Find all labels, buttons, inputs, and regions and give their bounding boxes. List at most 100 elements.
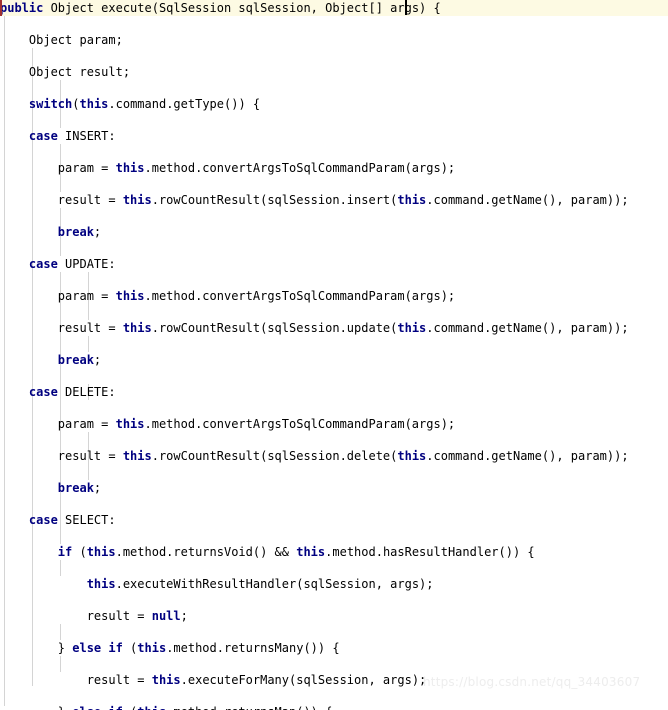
code-line: break; [0,352,668,368]
code-token-kw: case [28,129,58,143]
code-token-pln: result = [86,609,152,623]
code-token-pln: .rowCountResult(sqlSession.delete( [151,449,398,463]
code-line: this.executeWithResultHandler(sqlSession… [0,576,668,592]
code-line: Object result; [0,64,668,80]
code-token-pln: .command.getName(), param)); [426,193,629,207]
code-token-kw: this [86,545,116,559]
code-token-kw: this [115,417,145,431]
code-token-kw: this [115,161,145,175]
code-line: case INSERT: [0,128,668,144]
code-token-pln: .rowCountResult(sqlSession.update( [151,321,398,335]
code-token-pln: ( [122,641,138,655]
code-token-pln: .command.getName(), param)); [426,321,629,335]
code-token-pln: UPDATE: [57,257,116,271]
code-token-pln: ( [123,705,137,710]
code-token-pln: result = [57,321,123,335]
code-token-pln: param = [57,161,116,175]
code-token-pln: .method.convertArgsToSqlCommandParam(arg… [144,161,456,175]
code-line: if (this.method.returnsVoid() && this.me… [0,544,668,560]
code-token-kw: switch [28,97,73,111]
code-token-kw: null [151,609,181,623]
watermark-text: https://blog.csdn.net/qq_34403607 [423,675,641,689]
code-token-kw: break [57,481,94,495]
code-line: result = this.rowCountResult(sqlSession.… [0,320,668,336]
code-token-kw: break [57,353,94,367]
code-token-kw: if [57,545,73,559]
code-line: break; [0,480,668,496]
code-token-pln: result = [57,193,123,207]
code-token-kw: break [57,225,94,239]
code-token-pln: ; [93,353,102,367]
code-line: } else if (this.method.returnsMany()) { [0,640,668,656]
code-token-pln: .method.convertArgsToSqlCommandParam(arg… [144,417,456,431]
code-token-pln: SELECT: [57,513,116,527]
code-line: public Object execute(SqlSession sqlSess… [0,0,668,16]
code-line: result = null; [0,608,668,624]
change-bar-marker [0,0,2,16]
code-token-kw: case [28,257,58,271]
code-token-kw: this [122,449,152,463]
code-line: result = this.rowCountResult(sqlSession.… [0,192,668,208]
code-line: break; [0,224,668,240]
code-token-pln: Object result; [28,65,131,79]
code-token-pln: DELETE: [57,385,116,399]
code-token-kw: this [397,449,427,463]
code-token-pln: ( [72,545,87,559]
code-token-kw: this [296,545,326,559]
code-token-pln: result = [86,673,152,687]
code-token-pln: ( [72,97,80,111]
code-token-pln: param = [57,289,116,303]
code-token-pln: .command.getName(), param)); [426,449,629,463]
code-token-kw: public [0,1,44,15]
code-line: case DELETE: [0,384,668,400]
code-token-kw: this [122,193,152,207]
code-token-pln: .command.getType()) { [108,97,261,111]
code-token-pln: ; [93,481,102,495]
code-line: Object param; [0,32,668,48]
code-token-kw: this [86,577,116,591]
code-line: result = this.rowCountResult(sqlSession.… [0,448,668,464]
source-code-block[interactable]: public Object execute(SqlSession sqlSess… [0,0,668,710]
code-token-kw: this [137,705,166,710]
code-token-pln: } [58,705,72,710]
code-token-pln: ; [93,225,102,239]
code-token-kw: case [28,385,58,399]
code-token-kw: case [28,513,58,527]
code-line: case UPDATE: [0,256,668,272]
code-token-pln: .method.hasResultHandler()) { [325,545,535,559]
code-token-pln: result = [57,449,123,463]
code-token-pln: Object execute(SqlSession sqlSession, Ob… [43,1,441,15]
code-token-pln: Object param; [28,33,123,47]
code-token-kw: else if [72,641,123,655]
code-token-kw: this [151,673,181,687]
code-line: param = this.method.convertArgsToSqlComm… [0,288,668,304]
code-token-pln: .method.returnsMany()) { [166,641,340,655]
code-token-kw: this [115,289,145,303]
code-line: case SELECT: [0,512,668,528]
code-token-pln: INSERT: [57,129,116,143]
code-token-pln: ; [180,609,188,623]
code-token-pln: .executeForMany(sqlSession, args); [180,673,427,687]
code-token-pln: .method.returnsMap()) { [166,705,332,710]
code-editor-viewport[interactable]: public Object execute(SqlSession sqlSess… [0,0,668,710]
code-token-kw: this [137,641,167,655]
code-line: param = this.method.convertArgsToSqlComm… [0,416,668,432]
